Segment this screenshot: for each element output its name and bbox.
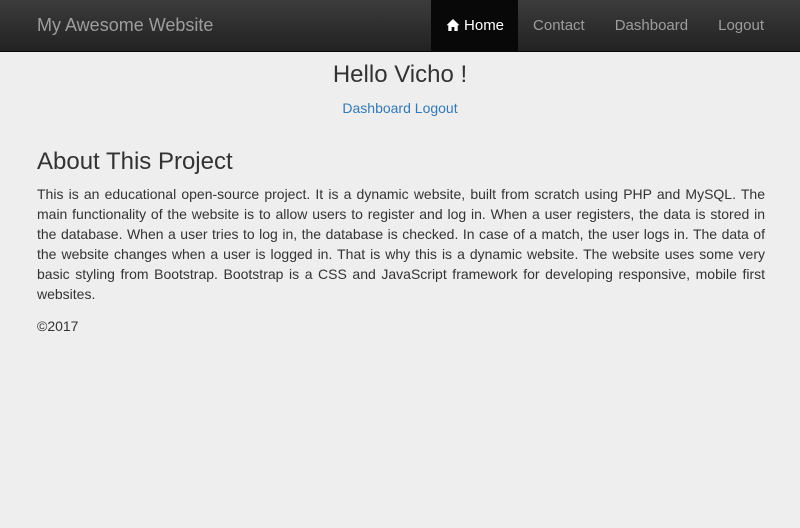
- about-text: This is an educational open-source proje…: [37, 186, 765, 302]
- user-links: Dashboard Logout: [0, 98, 800, 118]
- top-navbar: My Awesome Website Home Contact Dashboar…: [0, 0, 800, 52]
- copyright-text: ©2017: [37, 318, 79, 334]
- greeting-heading: Hello Vicho !: [332, 61, 468, 88]
- about-title: About This Project: [37, 148, 233, 175]
- nav-item-dashboard[interactable]: Dashboard: [600, 0, 703, 51]
- home-icon: [446, 18, 460, 32]
- nav-item-contact[interactable]: Contact: [518, 0, 600, 51]
- logout-link[interactable]: Logout: [415, 100, 458, 116]
- nav-item-label: Home: [464, 17, 505, 34]
- nav-item-label: Logout: [718, 17, 764, 34]
- brand-link[interactable]: My Awesome Website: [37, 15, 213, 35]
- nav-item-home[interactable]: Home: [431, 0, 519, 51]
- nav-item-logout[interactable]: Logout: [703, 0, 779, 51]
- nav-menu: Home Contact Dashboard Logout: [431, 0, 779, 51]
- nav-item-label: Contact: [533, 17, 585, 34]
- dashboard-link[interactable]: Dashboard: [342, 100, 411, 116]
- nav-item-label: Dashboard: [614, 17, 689, 34]
